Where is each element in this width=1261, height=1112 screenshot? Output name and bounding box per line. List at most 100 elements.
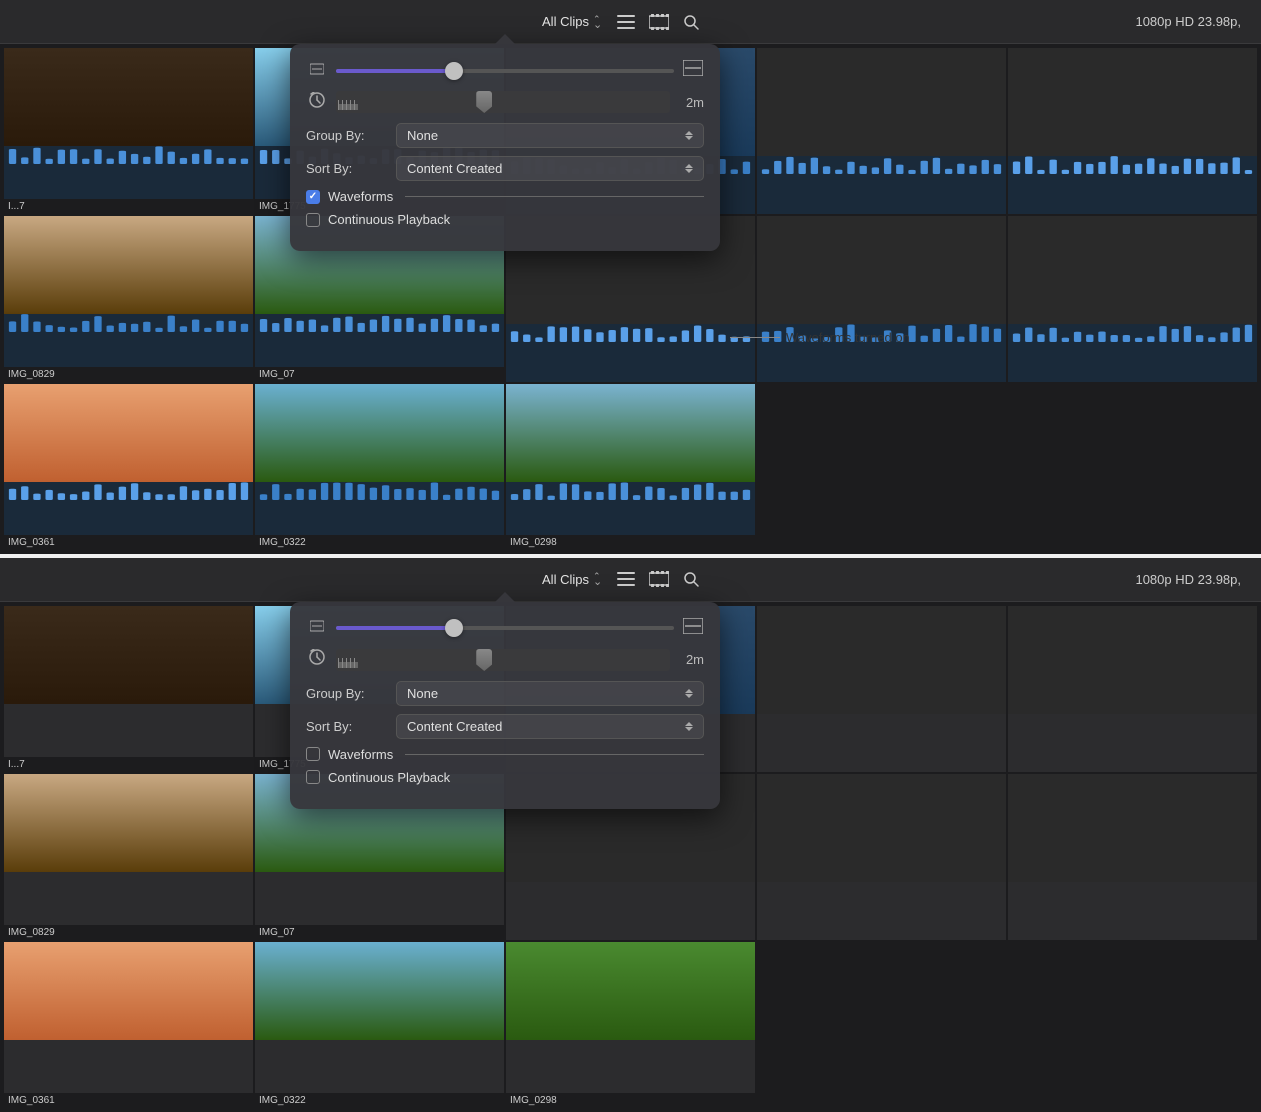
clip-label: IMG_0322 [255, 1093, 504, 1108]
panel-1: All Clips [0, 0, 1261, 554]
sort-by-dropdown-1[interactable]: Content Created [396, 156, 704, 181]
clip-label: IMG_07 [255, 925, 504, 940]
clip-label: IMG_0322 [255, 535, 504, 550]
duration-track-1[interactable] [336, 91, 670, 113]
popup-1: 2m Group By: None Sort By: Content Creat… [290, 44, 720, 251]
sort-by-label-2: Sort By: [306, 719, 396, 734]
sort-by-row-1: Sort By: Content Created [306, 156, 704, 181]
list-item[interactable] [757, 48, 1006, 214]
continuous-checkbox-2[interactable] [306, 770, 320, 784]
list-item[interactable]: IMG_0361 [4, 942, 253, 1108]
list-item[interactable] [757, 774, 1006, 940]
waveforms-label-1: Waveforms [328, 189, 393, 204]
group-by-row-2: Group By: None [306, 681, 704, 706]
list-item[interactable]: IMG_0322 [255, 942, 504, 1108]
toolbar-1: All Clips [0, 0, 1261, 44]
sort-by-arrow-up-1 [685, 164, 693, 168]
group-by-label-1: Group By: [306, 128, 396, 143]
group-by-arrow-down-2 [685, 694, 693, 698]
sort-by-arrows-2 [685, 722, 693, 731]
clip-label: IMG_0829 [4, 925, 253, 940]
list-item[interactable]: IMG_0361 [4, 384, 253, 550]
list-item[interactable]: I...7 [4, 48, 253, 214]
toolbar-center-2: All Clips [542, 571, 699, 587]
size-slider-thumb-2[interactable] [445, 619, 463, 637]
list-item[interactable]: IMG_0298 [506, 384, 755, 550]
all-clips-chevron-2 [593, 572, 603, 586]
clip-label: I...7 [4, 757, 253, 772]
list-item[interactable]: IMG_0829 [4, 774, 253, 940]
waveforms-checkbox-1[interactable] [306, 190, 320, 204]
resolution-label-1: 1080p HD 23.98p, [1135, 14, 1241, 29]
waveform-area [506, 482, 755, 535]
clip-label: IMG_0361 [4, 1093, 253, 1108]
group-by-dropdown-2[interactable]: None [396, 681, 704, 706]
list-item[interactable] [1008, 774, 1257, 940]
group-by-arrows-2 [685, 689, 693, 698]
annotation-text-1: Waveforms turned on [786, 330, 910, 345]
list-item[interactable]: IMG_0322 [255, 384, 504, 550]
all-clips-button-1[interactable]: All Clips [542, 14, 603, 29]
size-slider-track-2 [336, 626, 674, 630]
all-clips-label-2: All Clips [542, 572, 589, 587]
all-clips-chevron-1 [593, 15, 603, 29]
filmstrip-icon-2[interactable] [649, 571, 669, 587]
list-item[interactable]: I...7 [4, 606, 253, 772]
list-item[interactable] [1008, 216, 1257, 382]
sort-by-arrows-1 [685, 164, 693, 173]
filmstrip-icon-1[interactable] [649, 14, 669, 30]
duration-slider-container-1: 2m [336, 91, 704, 113]
annotation-1: Waveforms turned on [730, 330, 1230, 345]
sort-by-label-1: Sort By: [306, 161, 396, 176]
continuous-checkbox-1[interactable] [306, 213, 320, 227]
waveform-area [4, 146, 253, 199]
waveform-area [4, 482, 253, 535]
waveform-area [255, 314, 504, 367]
waveforms-checkbox-2[interactable] [306, 747, 320, 761]
size-small-icon-2 [306, 619, 328, 637]
list-item[interactable]: IMG_0829 [4, 216, 253, 382]
clock-icon-2 [306, 649, 328, 670]
sort-by-arrow-up-2 [685, 722, 693, 726]
waveform-area [757, 156, 1006, 214]
list-view-icon-1[interactable] [617, 15, 635, 29]
list-item[interactable] [757, 216, 1006, 382]
size-slider-1[interactable] [336, 69, 674, 73]
clip-label: IMG_07 [255, 367, 504, 382]
waveforms-row-1: Waveforms [306, 189, 704, 204]
duration-value-1: 2m [686, 95, 704, 110]
waveforms-label-2: Waveforms [328, 747, 393, 762]
duration-track-2[interactable] [336, 649, 670, 671]
group-by-arrow-up-1 [685, 131, 693, 135]
clock-icon-1 [306, 92, 328, 113]
all-clips-button-2[interactable]: All Clips [542, 572, 603, 587]
list-item[interactable] [1008, 606, 1257, 772]
list-item[interactable] [757, 606, 1006, 772]
size-slider-thumb-1[interactable] [445, 62, 463, 80]
group-by-arrow-down-1 [685, 136, 693, 140]
list-item[interactable]: IMG_0298 [506, 942, 755, 1108]
clip-label: IMG_0298 [506, 535, 755, 550]
list-item[interactable] [1008, 48, 1257, 214]
group-by-dropdown-1[interactable]: None [396, 123, 704, 148]
search-icon-1[interactable] [683, 14, 699, 30]
toolbar-right-1: 1080p HD 23.98p, [713, 14, 1261, 29]
duration-thumb-2[interactable] [476, 649, 492, 671]
group-by-arrows-1 [685, 131, 693, 140]
panel-2: All Clips [0, 558, 1261, 1112]
continuous-row-1: Continuous Playback [306, 212, 704, 227]
group-by-label-2: Group By: [306, 686, 396, 701]
list-view-icon-2[interactable] [617, 572, 635, 586]
size-small-icon-1 [306, 62, 328, 80]
toolbar-right-2: 1080p HD 23.98p, [713, 572, 1261, 587]
size-slider-track-1 [336, 69, 674, 73]
duration-value-2: 2m [686, 652, 704, 667]
search-icon-2[interactable] [683, 571, 699, 587]
waveform-area [506, 324, 755, 382]
sort-by-dropdown-2[interactable]: Content Created [396, 714, 704, 739]
size-slider-2[interactable] [336, 626, 674, 630]
sort-by-row-2: Sort By: Content Created [306, 714, 704, 739]
duration-thumb-1[interactable] [476, 91, 492, 113]
group-by-value-2: None [407, 686, 438, 701]
sort-by-value-2: Content Created [407, 719, 502, 734]
